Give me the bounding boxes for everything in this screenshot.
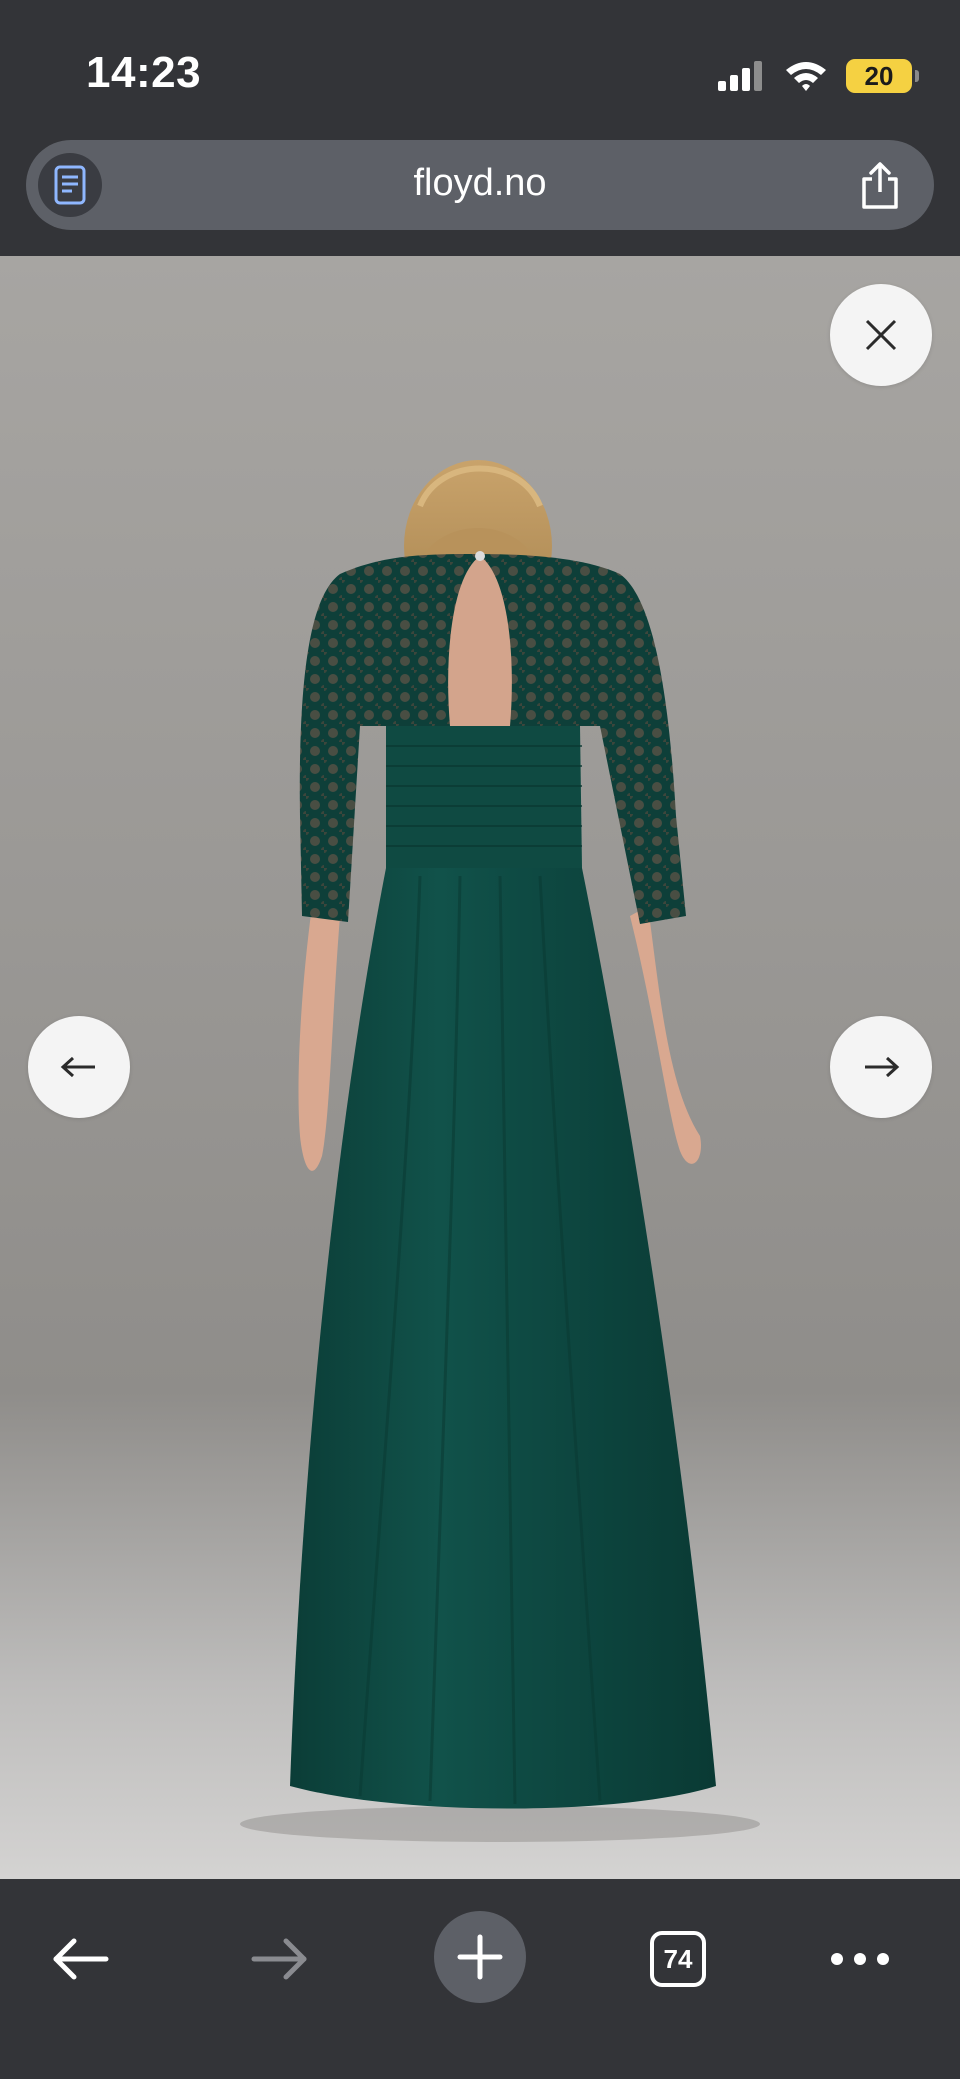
product-photo — [240, 460, 760, 1842]
product-image-viewer — [0, 256, 960, 1879]
tab-count-badge: 74 — [650, 1931, 706, 1987]
share-button[interactable] — [856, 160, 904, 212]
more-icon — [831, 1953, 889, 1965]
wifi-icon — [786, 62, 826, 91]
url-text[interactable]: floyd.no — [26, 162, 934, 205]
browser-screen: 14:23 20 floyd.no 74 — [0, 0, 960, 2079]
new-tab-button[interactable] — [434, 1911, 526, 2003]
battery-tip — [915, 70, 919, 82]
status-time: 14:23 — [86, 48, 202, 97]
forward-icon — [251, 1938, 307, 1980]
next-image-button[interactable] — [830, 1016, 932, 1118]
status-icons: 20 — [718, 56, 919, 96]
plus-icon — [457, 1934, 503, 1980]
browser-toolbar: 74 — [0, 1879, 960, 2079]
cellular-signal-icon — [718, 61, 762, 91]
battery-icon: 20 — [846, 59, 919, 93]
battery-level: 20 — [864, 60, 894, 91]
forward-button[interactable] — [230, 1909, 330, 2009]
close-icon — [865, 319, 897, 351]
more-button[interactable] — [810, 1909, 910, 2009]
arrow-right-icon — [865, 1056, 900, 1078]
close-button[interactable] — [830, 284, 932, 386]
previous-image-button[interactable] — [28, 1016, 130, 1118]
share-icon — [862, 162, 898, 209]
status-bar: 14:23 20 — [0, 0, 960, 138]
tabs-button[interactable]: 74 — [628, 1909, 728, 2009]
url-area: floyd.no — [0, 138, 960, 256]
back-button[interactable] — [30, 1909, 130, 2009]
back-icon — [53, 1938, 109, 1980]
arrow-left-icon — [60, 1056, 95, 1078]
address-bar[interactable]: floyd.no — [26, 140, 934, 230]
